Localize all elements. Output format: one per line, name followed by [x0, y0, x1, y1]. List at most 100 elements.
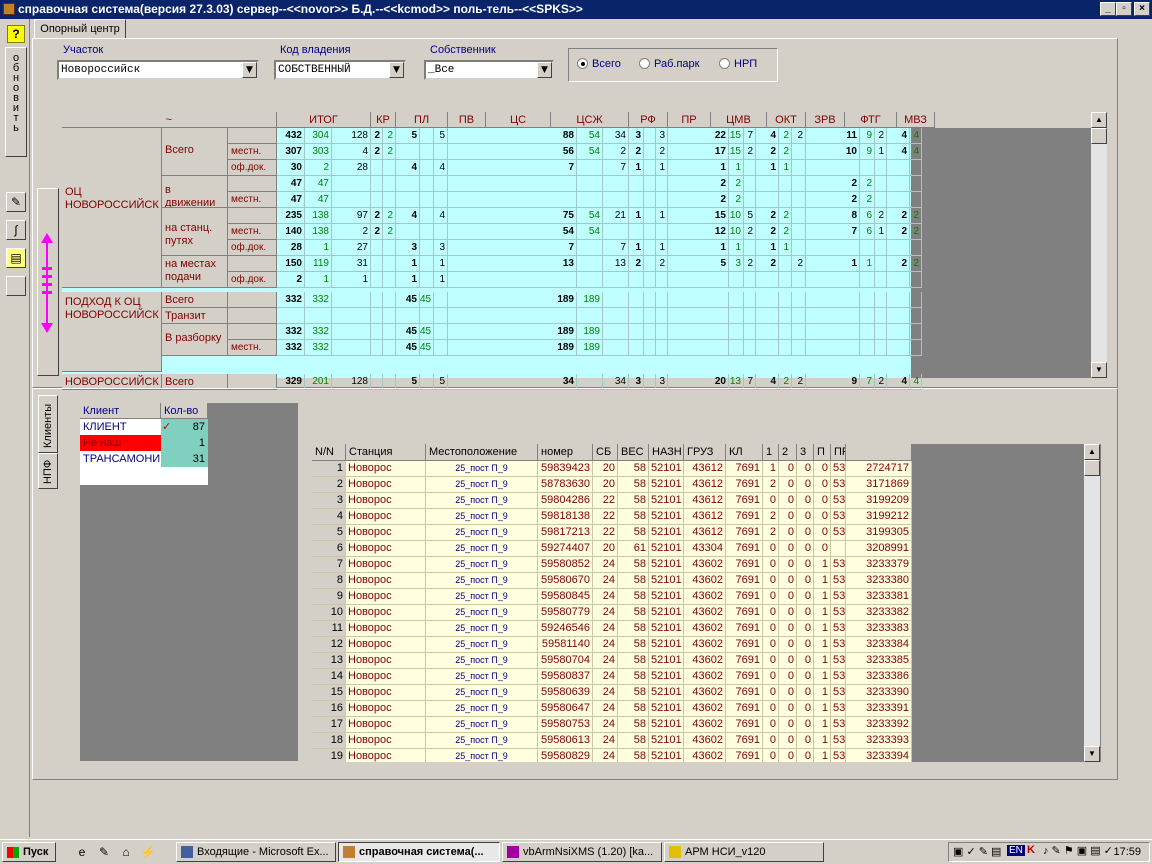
wagon-cell[interactable]: 59580613 — [538, 733, 593, 749]
wagon-cell[interactable]: 25_пост П_9 — [426, 541, 538, 557]
summary-cell[interactable]: 2 — [711, 192, 729, 208]
wagon-cell[interactable]: 59580670 — [538, 573, 593, 589]
wagon-cell[interactable]: Новорос — [346, 573, 426, 589]
summary-cell[interactable]: 47 — [305, 192, 332, 208]
summary-cell[interactable] — [744, 308, 756, 324]
wagon-cell[interactable]: Новорос — [346, 589, 426, 605]
wagon-cell[interactable]: 20 — [593, 461, 618, 477]
wagon-cell[interactable]: 24 — [593, 717, 618, 733]
summary-cell[interactable] — [603, 340, 629, 356]
summary-cell[interactable]: 2 — [910, 224, 922, 240]
wagon-row-number[interactable]: 1 — [312, 461, 346, 477]
summary-cell[interactable] — [875, 324, 887, 340]
summary-cell[interactable]: 1 — [860, 256, 875, 272]
wagon-cell[interactable]: 3233379 — [846, 557, 912, 573]
wagon-cell[interactable]: 58 — [618, 461, 649, 477]
summary-cell[interactable]: 5 — [711, 256, 729, 272]
wagon-cell[interactable]: 24 — [593, 733, 618, 749]
wagon-cell[interactable]: 58 — [618, 589, 649, 605]
summary-cell[interactable] — [383, 308, 396, 324]
wagon-cell[interactable] — [831, 541, 846, 557]
summary-cell[interactable] — [629, 192, 644, 208]
summary-cell[interactable]: 1 — [711, 160, 729, 176]
summary-cell[interactable]: 3 — [434, 240, 448, 256]
summary-cell[interactable] — [711, 292, 729, 308]
summary-cell[interactable]: 189 — [551, 324, 577, 340]
summary-cell[interactable]: 1 — [767, 160, 779, 176]
summary-cell[interactable]: 2 — [767, 224, 779, 240]
wagon-cell[interactable]: 53463 — [831, 605, 846, 621]
wagon-col-header[interactable]: ВЕС — [618, 444, 649, 461]
summary-cell[interactable]: 4 — [396, 160, 420, 176]
summary-cell[interactable] — [551, 192, 577, 208]
summary-cell[interactable] — [860, 308, 875, 324]
wagon-cell[interactable]: 59581140 — [538, 637, 593, 653]
wagon-cell[interactable]: 0 — [763, 685, 779, 701]
wagon-cell[interactable]: 3233390 — [846, 685, 912, 701]
wagon-cell[interactable]: 59817213 — [538, 525, 593, 541]
wagon-cell[interactable]: 1 — [814, 589, 831, 605]
summary-cell[interactable]: 12 — [711, 224, 729, 240]
wagon-cell[interactable]: 22 — [593, 509, 618, 525]
wagon-cell[interactable]: 24 — [593, 669, 618, 685]
wagon-cell[interactable]: 52101 — [649, 525, 684, 541]
wagon-cell[interactable]: 0 — [779, 621, 797, 637]
summary-cell[interactable]: 189 — [551, 292, 577, 308]
summary-cell[interactable] — [644, 144, 656, 160]
summary-cell[interactable] — [434, 340, 448, 356]
wagon-cell[interactable]: 58 — [618, 653, 649, 669]
wagon-cell[interactable]: 0 — [763, 621, 779, 637]
wagon-cell[interactable]: 43612 — [684, 477, 726, 493]
summary-cell[interactable]: 5 — [434, 128, 448, 144]
wagons-scrollbar[interactable]: ▲ ▼ — [1084, 444, 1100, 762]
wagon-cell[interactable]: 59839423 — [538, 461, 593, 477]
wagon-cell[interactable]: 1 — [814, 733, 831, 749]
wagon-cell[interactable]: 52101 — [649, 557, 684, 573]
summary-cell[interactable] — [910, 192, 922, 208]
summary-cell[interactable]: 4 — [897, 144, 910, 160]
summary-cell[interactable]: 1 — [396, 256, 420, 272]
summary-cell[interactable] — [644, 176, 656, 192]
summary-cell[interactable] — [792, 292, 806, 308]
wagon-cell[interactable]: 52101 — [649, 589, 684, 605]
scroll-thumb[interactable] — [1084, 460, 1100, 476]
summary-cell[interactable] — [629, 176, 644, 192]
wagon-cell[interactable]: Новорос — [346, 701, 426, 717]
wagon-cell[interactable]: 59580639 — [538, 685, 593, 701]
summary-cell[interactable] — [644, 192, 656, 208]
wagon-cell[interactable]: 53463 — [831, 669, 846, 685]
summary-cell[interactable]: 7 — [603, 240, 629, 256]
summary-cell[interactable]: 2 — [744, 256, 756, 272]
wagon-cell[interactable]: 0 — [763, 733, 779, 749]
summary-cell[interactable]: 2 — [656, 144, 668, 160]
wagon-cell[interactable]: 24 — [593, 685, 618, 701]
summary-cell[interactable]: 307 — [277, 144, 305, 160]
wagon-cell[interactable]: 3233394 — [846, 749, 912, 762]
wagon-cell[interactable]: 3233385 — [846, 653, 912, 669]
wagon-cell[interactable]: 0 — [797, 541, 814, 557]
wagon-cell[interactable]: 0 — [779, 541, 797, 557]
wagon-cell[interactable]: 531329 — [831, 525, 846, 541]
summary-cell[interactable]: 13 — [551, 256, 577, 272]
summary-cell[interactable] — [396, 308, 420, 324]
wagon-cell[interactable]: 0 — [763, 605, 779, 621]
summary-cell[interactable] — [656, 192, 668, 208]
summary-cell[interactable] — [396, 144, 420, 160]
summary-cell[interactable]: 4 — [767, 128, 779, 144]
summary-cell[interactable] — [875, 256, 887, 272]
wagon-cell[interactable]: 43612 — [684, 509, 726, 525]
wagon-col-header[interactable]: 2 — [779, 444, 797, 461]
wagon-cell[interactable]: 43602 — [684, 717, 726, 733]
summary-cell[interactable]: 2 — [277, 272, 305, 288]
wagon-cell[interactable]: 1 — [814, 573, 831, 589]
wagon-cell[interactable]: 52101 — [649, 621, 684, 637]
summary-cell[interactable] — [434, 324, 448, 340]
wagon-cell[interactable]: 43602 — [684, 669, 726, 685]
wagon-cell[interactable]: 0 — [797, 493, 814, 509]
wagon-cell[interactable]: 0 — [779, 525, 797, 541]
summary-cell[interactable] — [577, 308, 603, 324]
summary-cell[interactable]: 7 — [845, 224, 860, 240]
chevron-down-icon[interactable]: ▼ — [389, 62, 404, 78]
summary-cell[interactable] — [711, 340, 729, 356]
wagon-cell[interactable]: 53463 — [831, 749, 846, 762]
